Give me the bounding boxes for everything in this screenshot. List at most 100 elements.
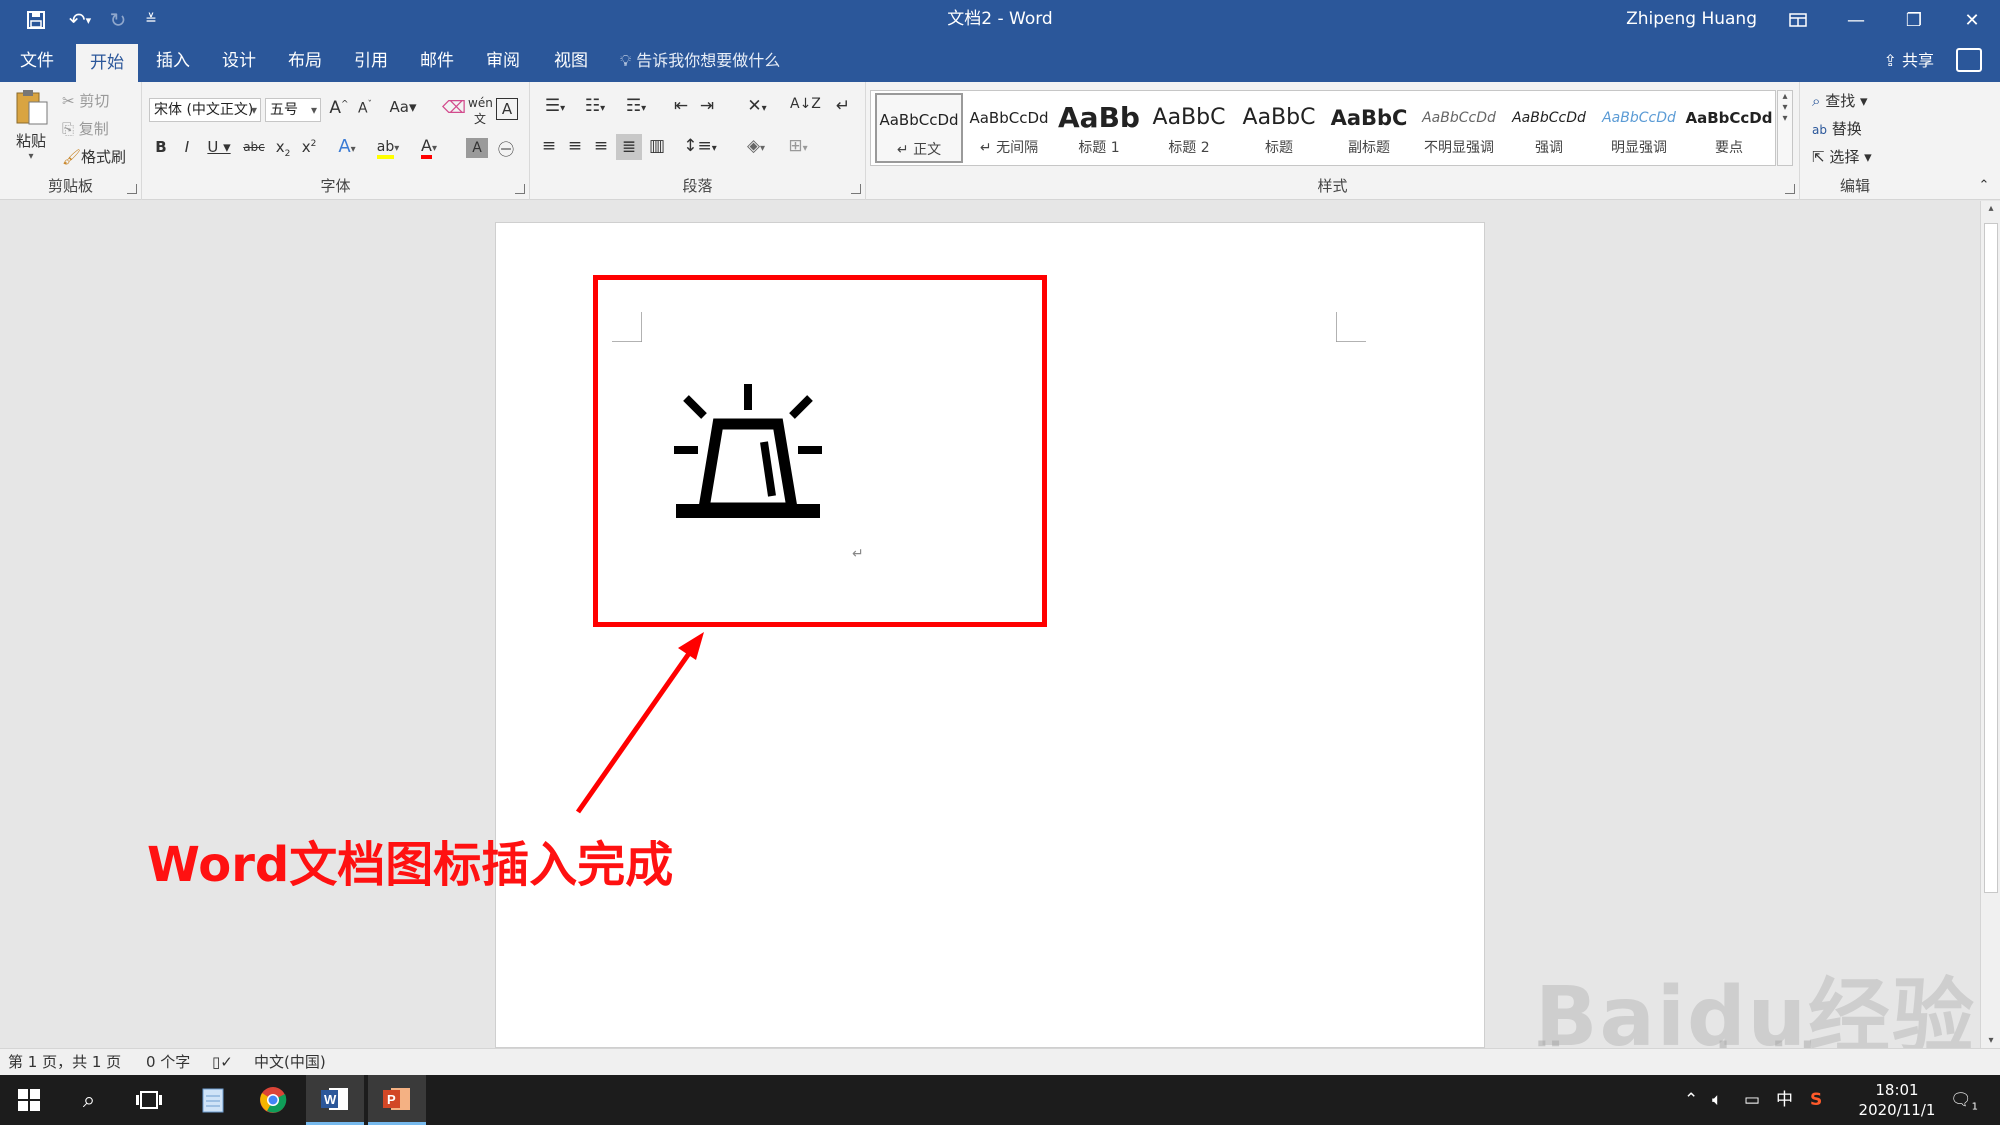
tell-me-search[interactable]: 💡︎ 告诉我你想要做什么 [620, 40, 780, 82]
search-icon[interactable]: ⌕ [60, 1075, 118, 1125]
character-shading-icon[interactable]: A [466, 138, 488, 158]
paragraph-launcher-icon[interactable] [851, 184, 861, 194]
paste-button[interactable]: 粘贴 ▾ [8, 88, 54, 174]
bold-icon[interactable]: B [152, 138, 170, 156]
asian-layout-icon[interactable]: ✕▾ [740, 96, 774, 116]
align-right-icon[interactable]: ≡ [590, 136, 612, 156]
shading-icon[interactable]: ◈▾ [738, 136, 774, 156]
multilevel-list-icon[interactable]: ☶▾ [618, 96, 654, 116]
scrollbar-thumb[interactable] [1984, 223, 1998, 893]
tab-references[interactable]: 引用 [342, 40, 400, 82]
tab-view[interactable]: 视图 [540, 40, 602, 82]
cut-button[interactable]: ✂ 剪切 [62, 90, 109, 111]
notepad-app-icon[interactable] [184, 1075, 242, 1125]
ime-indicator[interactable]: 中 [1776, 1075, 1793, 1125]
page-count[interactable]: 第 1 页，共 1 页 [8, 1049, 121, 1076]
style-subtitle[interactable]: AaBbC 副标题 [1325, 93, 1413, 163]
style-no-spacing[interactable]: AaBbCcDd ↵ 无间隔 [965, 93, 1053, 163]
style-strong[interactable]: AaBbCcDd 要点 [1685, 93, 1773, 163]
sort-icon[interactable]: A↓Z [790, 96, 821, 112]
italic-icon[interactable]: I [178, 138, 196, 156]
subscript-icon[interactable]: x2 [272, 138, 294, 159]
powerpoint-app-icon[interactable]: P [368, 1075, 426, 1125]
scroll-down-icon[interactable]: ▾ [1981, 1035, 2000, 1046]
underline-icon[interactable]: U ▾ [204, 138, 234, 156]
tab-layout[interactable]: 布局 [276, 40, 334, 82]
styles-gallery-scroll[interactable]: ▴ ▾ ▾ [1777, 90, 1793, 166]
proofing-icon[interactable]: ▯✓ [212, 1049, 233, 1076]
tab-file[interactable]: 文件 [8, 40, 66, 82]
paste-label: 粘贴 [15, 132, 46, 150]
vertical-scrollbar[interactable]: ▴ ▾ [1980, 201, 2000, 1048]
tab-review[interactable]: 审阅 [474, 40, 532, 82]
justify-icon[interactable]: ≣ [616, 134, 642, 160]
align-left-icon[interactable]: ≡ [538, 136, 560, 156]
clipboard-launcher-icon[interactable] [127, 184, 137, 194]
style-heading-1[interactable]: AaBb 标题 1 [1055, 93, 1143, 163]
style-title[interactable]: AaBbC 标题 [1235, 93, 1323, 163]
tab-insert[interactable]: 插入 [144, 40, 202, 82]
font-color-icon[interactable]: A▾ [412, 136, 446, 159]
enclose-characters-icon[interactable]: ㊀ [494, 136, 518, 160]
decrease-indent-icon[interactable]: ⇤ [670, 96, 692, 116]
highlight-color-icon[interactable]: ab▾ [370, 136, 406, 159]
task-view-icon[interactable] [120, 1075, 178, 1125]
style-sample: AaBbC [1152, 105, 1226, 130]
bullets-icon[interactable]: ☰▾ [538, 96, 572, 116]
style-subtle-emphasis[interactable]: AaBbCcDd 不明显强调 [1415, 93, 1503, 163]
word-count[interactable]: 0 个字 [146, 1049, 190, 1076]
character-border-icon[interactable]: A [496, 98, 518, 120]
style-intense-emphasis[interactable]: AaBbCcDd 明显强调 [1595, 93, 1683, 163]
font-launcher-icon[interactable] [515, 184, 525, 194]
distributed-icon[interactable]: ▥ [646, 136, 668, 156]
superscript-icon[interactable]: x2 [298, 138, 320, 156]
sogou-ime-icon[interactable]: S [1810, 1075, 1822, 1125]
ribbon-display-options-icon[interactable] [1768, 0, 1828, 40]
increase-indent-icon[interactable]: ⇥ [696, 96, 718, 116]
replace-button[interactable]: ab 替换 [1812, 118, 1862, 139]
tab-design[interactable]: 设计 [210, 40, 268, 82]
restore-icon[interactable]: ❐ [1884, 0, 1944, 40]
scroll-up-icon[interactable]: ▴ [1981, 203, 2000, 214]
tab-mailings[interactable]: 邮件 [408, 40, 466, 82]
show-hidden-icons-icon[interactable]: ⌃ [1684, 1075, 1698, 1125]
notification-center-icon[interactable]: 🗨︎1 [1950, 1075, 1978, 1125]
comments-icon[interactable] [1956, 48, 1982, 72]
network-icon[interactable]: ▭ [1744, 1075, 1760, 1125]
minimize-icon[interactable]: — [1826, 0, 1886, 40]
line-spacing-icon[interactable]: ↕≡▾ [682, 136, 718, 156]
start-icon[interactable] [0, 1075, 58, 1125]
tab-home[interactable]: 开始 [76, 44, 138, 82]
phonetic-guide-icon[interactable]: wén 文 [468, 96, 493, 127]
clear-formatting-icon[interactable]: ⌫ [442, 98, 466, 118]
word-app-icon[interactable]: W [306, 1075, 364, 1125]
collapse-ribbon-icon[interactable]: ⌃ [1976, 178, 1992, 193]
volume-icon[interactable]: 🔈︎ [1712, 1075, 1722, 1125]
find-button[interactable]: ⌕ 查找 ▾ [1812, 90, 1868, 111]
styles-launcher-icon[interactable] [1785, 184, 1795, 194]
copy-button[interactable]: ⎘ 复制 [62, 118, 109, 139]
borders-icon[interactable]: ⊞▾ [780, 136, 816, 156]
language-indicator[interactable]: 中文(中国) [254, 1049, 326, 1076]
format-painter-button[interactable]: 🖌︎格式刷 [62, 146, 126, 167]
style-heading-2[interactable]: AaBbC 标题 2 [1145, 93, 1233, 163]
font-name-combo[interactable]: 宋体 (中文正文) [149, 98, 261, 122]
share-button[interactable]: ⇪ 共享 [1883, 40, 1934, 82]
numbering-icon[interactable]: ☷▾ [578, 96, 612, 116]
shrink-font-icon[interactable]: Aˇ [354, 100, 376, 117]
grow-font-icon[interactable]: A^ [328, 98, 350, 118]
system-clock[interactable]: 18:01 2020/11/1 [1852, 1080, 1942, 1120]
font-size-combo[interactable]: 五号 [265, 98, 321, 122]
change-case-icon[interactable]: Aa▾ [386, 98, 420, 116]
show-formatting-marks-icon[interactable]: ↵ [832, 96, 854, 116]
strikethrough-icon[interactable]: abc [240, 140, 268, 154]
align-center-icon[interactable]: ≡ [564, 136, 586, 156]
style-normal[interactable]: AaBbCcDd ↵ 正文 [875, 93, 963, 163]
text-effects-icon[interactable]: A▾ [330, 136, 364, 157]
close-icon[interactable]: ✕ [1942, 0, 2000, 40]
style-emphasis[interactable]: AaBbCcDd 强调 [1505, 93, 1593, 163]
user-name[interactable]: Zhipeng Huang [1626, 0, 1757, 40]
annotation-arrow [575, 632, 704, 814]
select-button[interactable]: ⇱ 选择 ▾ [1812, 146, 1872, 167]
chrome-app-icon[interactable] [244, 1075, 302, 1125]
